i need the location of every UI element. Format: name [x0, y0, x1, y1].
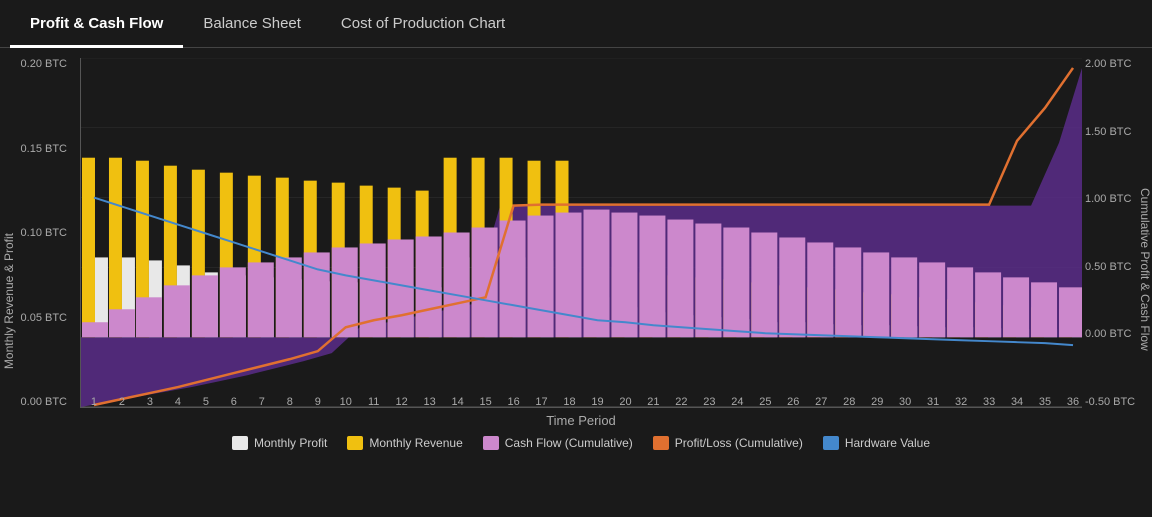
svg-text:23: 23 — [703, 396, 715, 407]
legend-item-cash-flow: Cash Flow (Cumulative) — [483, 436, 633, 450]
svg-text:32: 32 — [955, 396, 967, 407]
tab-cost-of-production[interactable]: Cost of Production Chart — [321, 0, 525, 48]
svg-text:31: 31 — [927, 396, 939, 407]
legend-label-monthly-profit: Monthly Profit — [254, 436, 327, 450]
svg-text:2: 2 — [119, 396, 125, 407]
svg-text:35: 35 — [1039, 396, 1051, 407]
svg-text:19: 19 — [591, 396, 603, 407]
svg-text:30: 30 — [899, 396, 911, 407]
svg-text:16: 16 — [507, 396, 519, 407]
svg-text:6: 6 — [231, 396, 237, 407]
svg-text:1: 1 — [91, 396, 97, 407]
svg-text:29: 29 — [871, 396, 883, 407]
legend-item-profit-loss: Profit/Loss (Cumulative) — [653, 436, 803, 450]
svg-text:17: 17 — [535, 396, 547, 407]
legend-label-hardware-value: Hardware Value — [845, 436, 930, 450]
svg-text:15: 15 — [479, 396, 491, 407]
svg-text:18: 18 — [563, 396, 575, 407]
tab-bar: Profit & Cash Flow Balance Sheet Cost of… — [0, 0, 1152, 48]
svg-text:28: 28 — [843, 396, 855, 407]
y-tick: 0.10 BTC — [21, 227, 67, 239]
y-tick-r: -0.50 BTC — [1085, 396, 1135, 408]
y-tick-r: 0.50 BTC — [1085, 261, 1131, 273]
svg-text:14: 14 — [452, 396, 464, 407]
svg-text:34: 34 — [1011, 396, 1023, 407]
tab-balance-sheet[interactable]: Balance Sheet — [183, 0, 321, 48]
svg-text:10: 10 — [340, 396, 352, 407]
svg-text:26: 26 — [787, 396, 799, 407]
app-container: Profit & Cash Flow Balance Sheet Cost of… — [0, 0, 1152, 517]
chart-plot-area: 1 2 3 4 5 6 7 8 9 10 11 12 13 14 15 16 1… — [80, 58, 1082, 408]
svg-text:13: 13 — [424, 396, 436, 407]
svg-text:7: 7 — [259, 396, 265, 407]
y-axis-left: 0.20 BTC 0.15 BTC 0.10 BTC 0.05 BTC 0.00… — [0, 58, 75, 408]
y-tick: 0.15 BTC — [21, 143, 67, 155]
svg-text:21: 21 — [647, 396, 659, 407]
svg-text:20: 20 — [619, 396, 631, 407]
legend-color-hardware-value — [823, 436, 839, 450]
y-tick-r: 2.00 BTC — [1085, 58, 1131, 70]
chart-legend: Monthly Profit Monthly Revenue Cash Flow… — [80, 436, 1082, 450]
svg-text:3: 3 — [147, 396, 153, 407]
y-tick: 0.20 BTC — [21, 58, 67, 70]
svg-text:22: 22 — [675, 396, 687, 407]
legend-label-cash-flow: Cash Flow (Cumulative) — [505, 436, 633, 450]
legend-item-monthly-revenue: Monthly Revenue — [347, 436, 462, 450]
svg-text:24: 24 — [731, 396, 743, 407]
svg-text:9: 9 — [315, 396, 321, 407]
legend-color-monthly-profit — [232, 436, 248, 450]
legend-color-profit-loss — [653, 436, 669, 450]
svg-text:8: 8 — [287, 396, 293, 407]
legend-label-monthly-revenue: Monthly Revenue — [369, 436, 462, 450]
svg-text:36: 36 — [1067, 396, 1079, 407]
legend-color-cash-flow — [483, 436, 499, 450]
legend-color-monthly-revenue — [347, 436, 363, 450]
tab-profit-cash-flow[interactable]: Profit & Cash Flow — [10, 0, 183, 48]
svg-text:4: 4 — [175, 396, 181, 407]
x-axis-label: Time Period — [80, 413, 1082, 428]
y-tick: 0.00 BTC — [21, 396, 67, 408]
svg-text:25: 25 — [759, 396, 771, 407]
y-tick-r: 1.50 BTC — [1085, 126, 1131, 138]
legend-item-hardware-value: Hardware Value — [823, 436, 930, 450]
y-tick-r: 1.00 BTC — [1085, 193, 1131, 205]
svg-text:33: 33 — [983, 396, 995, 407]
y-tick: 0.05 BTC — [21, 312, 67, 324]
chart-svg: 1 2 3 4 5 6 7 8 9 10 11 12 13 14 15 16 1… — [81, 58, 1082, 407]
y-tick-r: 0.00 BTC — [1085, 328, 1131, 340]
legend-item-monthly-profit: Monthly Profit — [232, 436, 327, 450]
svg-text:11: 11 — [368, 396, 379, 407]
svg-text:12: 12 — [396, 396, 408, 407]
y-axis-right: 2.00 BTC 1.50 BTC 1.00 BTC 0.50 BTC 0.00… — [1077, 58, 1152, 408]
chart-container: Monthly Revenue & Profit Cumulative Prof… — [0, 48, 1152, 517]
legend-label-profit-loss: Profit/Loss (Cumulative) — [675, 436, 803, 450]
svg-text:27: 27 — [815, 396, 827, 407]
svg-text:5: 5 — [203, 396, 209, 407]
